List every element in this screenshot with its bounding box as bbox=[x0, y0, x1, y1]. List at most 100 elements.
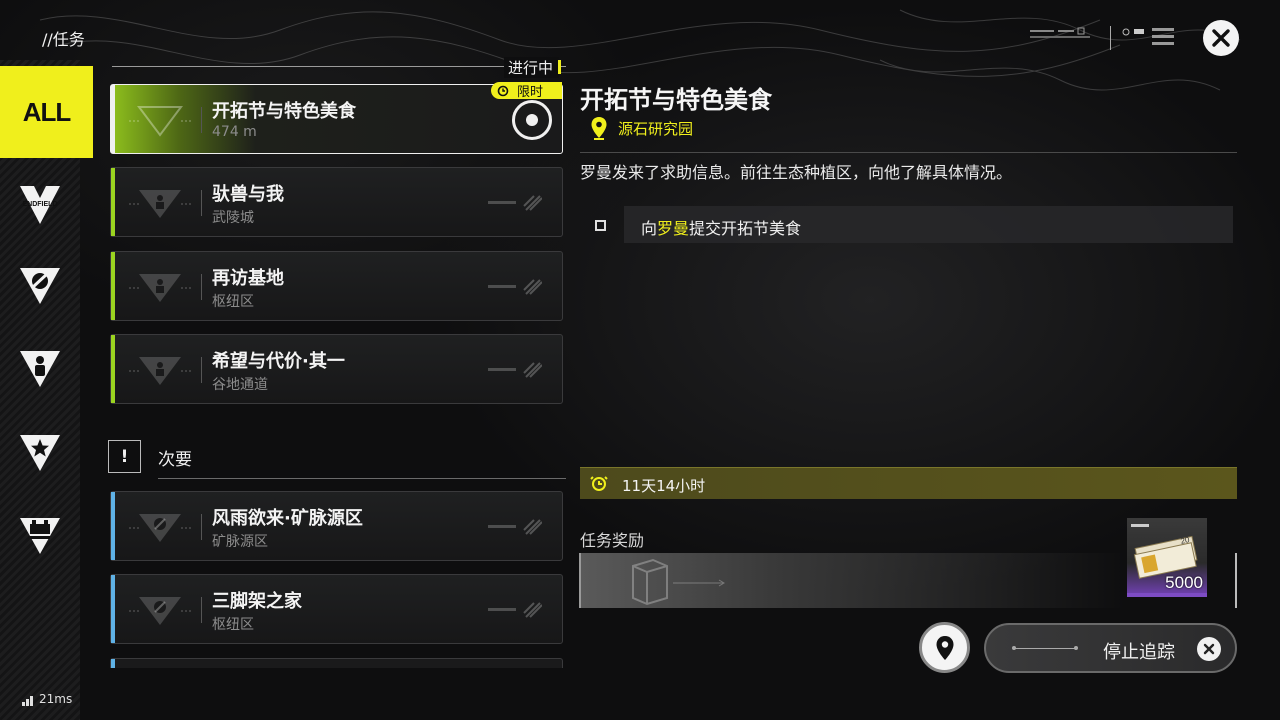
network-status: 21ms bbox=[22, 692, 72, 706]
mission-stripe bbox=[111, 85, 115, 153]
stop-tracking-button[interactable]: 停止追踪 bbox=[984, 623, 1237, 673]
mission-type-icon bbox=[129, 597, 191, 625]
time-remaining-bar: 11天14小时 bbox=[580, 467, 1237, 499]
endfield-logo-text: ENDFIELD bbox=[23, 201, 58, 208]
category-character-tab[interactable] bbox=[0, 328, 80, 408]
objective-bar: 向罗曼提交开拓节美食 bbox=[624, 206, 1233, 243]
mission-card[interactable]: 驮兽与我 武陵城 bbox=[110, 167, 563, 237]
map-locate-button[interactable] bbox=[919, 622, 970, 673]
close-icon bbox=[1212, 29, 1230, 47]
mission-region: 谷地通道 bbox=[212, 377, 268, 393]
mission-title: 开拓节与特色美食 bbox=[212, 101, 356, 122]
mission-divider bbox=[201, 357, 202, 383]
endfield-logo-icon: ENDFIELD bbox=[20, 186, 60, 224]
mission-divider bbox=[201, 274, 202, 300]
category-favorite-tab[interactable] bbox=[0, 412, 80, 492]
mission-stripe bbox=[111, 252, 115, 320]
objective-npc: 罗曼 bbox=[657, 219, 690, 238]
mission-title: 希望与代价·其一 bbox=[212, 351, 345, 372]
mission-card-partial[interactable] bbox=[110, 658, 563, 668]
clock-icon bbox=[497, 85, 509, 96]
mission-title: 驮兽与我 bbox=[212, 184, 284, 205]
target-icon bbox=[526, 114, 538, 126]
limited-time-label: 限时 bbox=[517, 85, 544, 100]
detail-location: 源石研究园 bbox=[590, 116, 693, 140]
location-pin-icon bbox=[591, 117, 607, 140]
mission-divider bbox=[201, 514, 202, 540]
close-button[interactable] bbox=[1203, 20, 1239, 56]
limited-time-badge: 限时 bbox=[491, 82, 562, 100]
category-facility-tab[interactable] bbox=[0, 495, 80, 575]
mission-card[interactable]: 三脚架之家 枢纽区 bbox=[110, 574, 563, 644]
objective-checkbox-icon bbox=[595, 220, 606, 231]
reward-strip bbox=[579, 553, 1125, 608]
mission-type-icon bbox=[129, 106, 191, 137]
mission-type-icon bbox=[129, 514, 191, 542]
reward-edge-line bbox=[1235, 553, 1237, 608]
mission-stripe bbox=[111, 335, 115, 403]
stop-tracking-label: 停止追踪 bbox=[1103, 642, 1175, 663]
close-icon bbox=[1197, 637, 1221, 661]
reward-item-slot[interactable]: 20 5000 bbox=[1127, 518, 1207, 597]
page-breadcrumb: //任务 bbox=[42, 30, 85, 49]
reward-quantity: 5000 bbox=[1165, 573, 1203, 592]
time-remaining-text: 11天14小时 bbox=[622, 477, 706, 495]
button-decor-line bbox=[1012, 646, 1078, 650]
clock-icon bbox=[590, 476, 608, 491]
mission-title: 风雨欲来·矿脉源区 bbox=[212, 508, 363, 529]
mission-type-icon bbox=[129, 357, 191, 385]
card-pattern bbox=[488, 195, 542, 211]
mission-distance: 474 m bbox=[212, 124, 257, 140]
crate-icon bbox=[632, 558, 725, 606]
mission-card[interactable]: 再访基地 枢纽区 bbox=[110, 251, 563, 321]
objective-row: 向罗曼提交开拓节美食 bbox=[580, 206, 1233, 243]
mission-region: 枢纽区 bbox=[212, 617, 254, 633]
card-pattern bbox=[488, 519, 542, 535]
location-name: 源石研究园 bbox=[618, 119, 694, 138]
mission-region: 武陵城 bbox=[212, 210, 254, 226]
mission-stripe bbox=[111, 659, 115, 668]
category-all-label: ALL bbox=[22, 96, 72, 127]
mission-divider bbox=[201, 597, 202, 623]
mission-stripe bbox=[111, 492, 115, 560]
objective-text: 向罗曼提交开拓节美食 bbox=[641, 215, 801, 239]
mission-divider bbox=[201, 107, 202, 133]
mission-stripe bbox=[111, 168, 115, 236]
detail-divider bbox=[580, 152, 1237, 153]
secondary-section-label: 次要 bbox=[158, 450, 192, 470]
exclamation-icon: ! bbox=[108, 440, 141, 473]
mission-title: 再访基地 bbox=[212, 268, 284, 289]
secondary-section-header: ! 次要 bbox=[108, 440, 566, 480]
header-decoration bbox=[1030, 26, 1174, 50]
detail-description: 罗曼发来了求助信息。前往生态种植区，向他了解具体情况。 bbox=[580, 163, 1013, 182]
mission-type-icon bbox=[129, 190, 191, 218]
mission-divider bbox=[201, 190, 202, 216]
mission-region: 矿脉源区 bbox=[212, 534, 268, 550]
card-pattern bbox=[488, 602, 542, 618]
mission-card[interactable]: 风雨欲来·矿脉源区 矿脉源区 bbox=[110, 491, 563, 561]
star-icon bbox=[20, 435, 60, 471]
mission-stripe bbox=[111, 575, 115, 643]
card-pattern bbox=[488, 279, 542, 295]
reward-section-label: 任务奖励 bbox=[580, 531, 645, 550]
mission-card[interactable]: 希望与代价·其一 谷地通道 bbox=[110, 334, 563, 404]
detail-title: 开拓节与特色美食 bbox=[580, 86, 772, 114]
category-all-tab[interactable]: ALL bbox=[0, 66, 93, 158]
map-pin-icon bbox=[936, 635, 953, 660]
signal-icon bbox=[22, 696, 33, 706]
objective-pre: 向 bbox=[641, 219, 658, 238]
mission-type-icon bbox=[129, 274, 191, 302]
category-exploration-tab[interactable] bbox=[0, 245, 80, 325]
secondary-divider bbox=[158, 478, 566, 479]
card-pattern bbox=[488, 362, 542, 378]
objective-post: 提交开拓节美食 bbox=[689, 219, 802, 238]
person-icon bbox=[20, 351, 60, 387]
mission-region: 枢纽区 bbox=[212, 294, 254, 310]
ping-value: 21ms bbox=[39, 692, 73, 706]
tracking-target-button[interactable] bbox=[512, 100, 552, 140]
building-icon bbox=[20, 518, 60, 554]
no-entry-icon bbox=[20, 268, 60, 304]
mission-title: 三脚架之家 bbox=[212, 591, 302, 612]
category-endfield-tab[interactable]: ENDFIELD bbox=[0, 165, 80, 245]
ongoing-section-label: 进行中 bbox=[504, 57, 562, 78]
